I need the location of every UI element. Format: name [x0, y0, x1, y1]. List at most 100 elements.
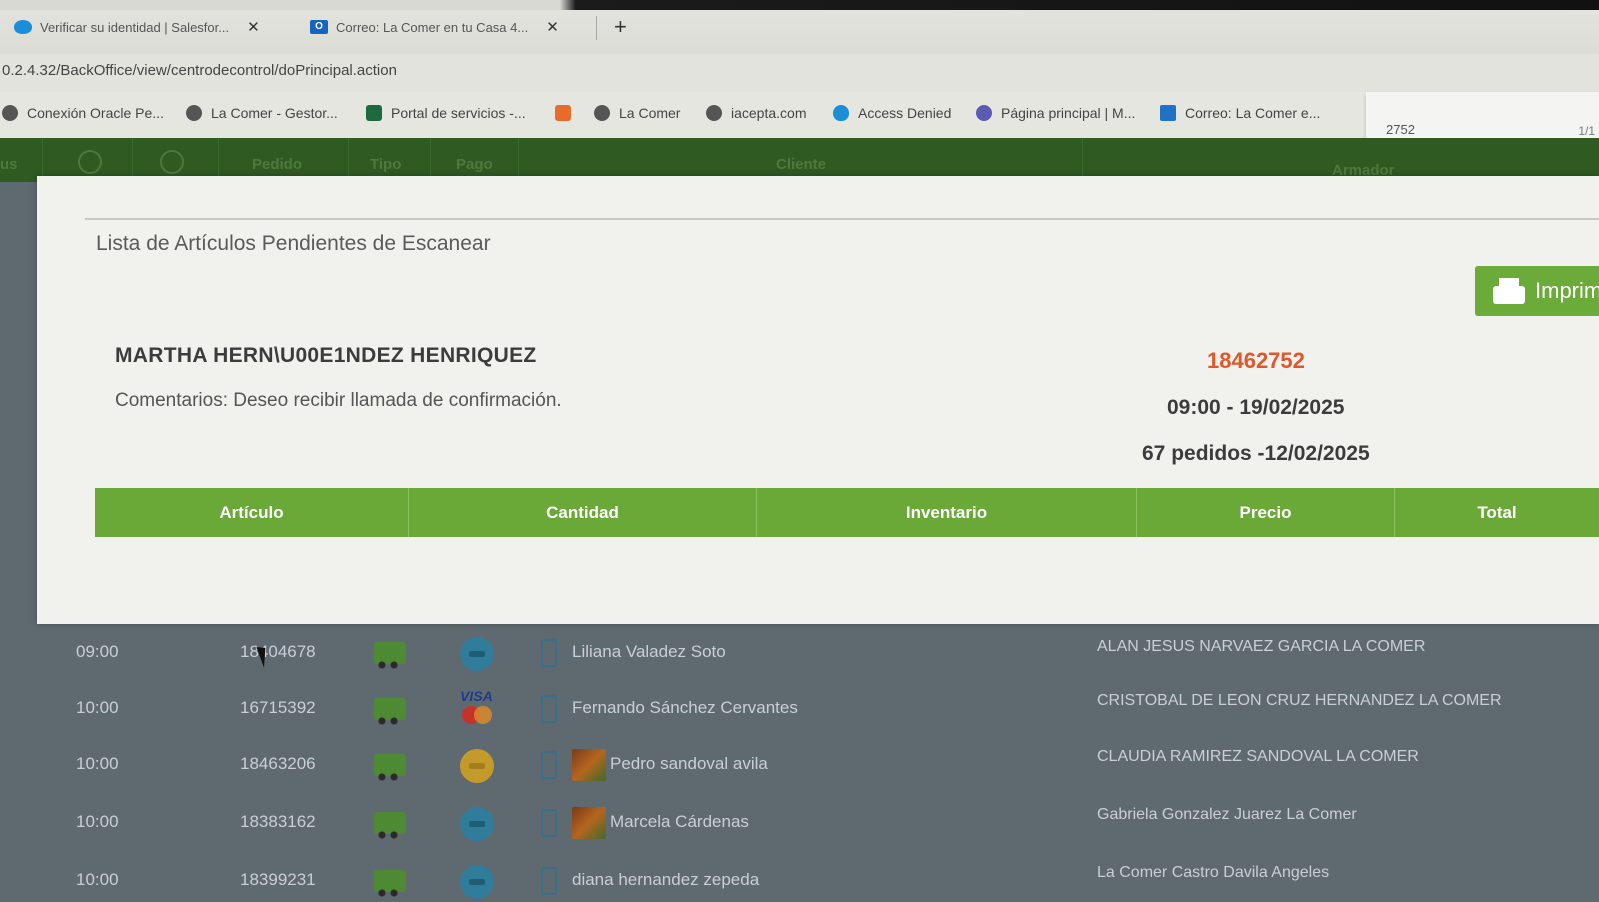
- order-time: 10:00: [76, 870, 119, 889]
- client-name: Pedro sandoval avila: [610, 754, 768, 773]
- calendar-icon: [555, 105, 571, 121]
- client-name: Liliana Valadez Soto: [572, 642, 726, 661]
- modal-divider: [85, 218, 1599, 220]
- bookmark-access-denied[interactable]: Access Denied: [833, 105, 951, 121]
- header-pago[interactable]: Pago: [456, 156, 493, 173]
- address-bar[interactable]: 0.2.4.32/BackOffice/view/centrodecontrol…: [0, 54, 1599, 92]
- bookmark-iacepta[interactable]: iacepta.com: [706, 105, 806, 121]
- cash-payment-icon: [460, 749, 494, 783]
- order-time: 10:00: [76, 698, 119, 717]
- items-table-header: Artículo Cantidad Inventario Precio Tota…: [95, 488, 1599, 537]
- mastercard-icon: [462, 706, 492, 724]
- armador-name: CLAUDIA RAMIREZ SANDOVAL LA COMER: [1097, 748, 1419, 765]
- order-id[interactable]: 18383162: [240, 812, 316, 832]
- order-comments: Comentarios: Deseo recibir llamada de co…: [115, 390, 562, 411]
- phone-icon: [541, 639, 557, 667]
- product-photo-icon: [572, 807, 606, 839]
- order-id[interactable]: 16715392: [240, 698, 316, 718]
- bookmarks-bar: Conexión Oracle Pe... La Comer - Gestor.…: [0, 92, 1599, 138]
- salesforce-icon: [833, 105, 849, 121]
- print-label: Imprim: [1535, 278, 1599, 303]
- order-id[interactable]: 18404678: [240, 642, 316, 662]
- bookmark-label: Página principal | M...: [1001, 105, 1136, 121]
- bookmark-orange[interactable]: [555, 105, 571, 121]
- header-tipo[interactable]: Tipo: [370, 156, 401, 173]
- column-precio[interactable]: Precio: [1137, 488, 1395, 537]
- phone-icon: [541, 809, 557, 837]
- bookmark-label: Correo: La Comer e...: [1185, 105, 1321, 121]
- salesforce-icon: [14, 20, 32, 34]
- bookmark-oracle[interactable]: Conexión Oracle Pe...: [2, 105, 164, 121]
- find-input[interactable]: 2752: [1386, 122, 1415, 137]
- column-inventario[interactable]: Inventario: [757, 488, 1137, 537]
- browser-tab-correo[interactable]: O Correo: La Comer en tu Casa 4... ✕: [310, 12, 590, 42]
- bookmark-pagina-principal[interactable]: Página principal | M...: [976, 105, 1135, 121]
- pending-items-modal: Lista de Artículos Pendientes de Escanea…: [37, 176, 1599, 624]
- bookmark-label: Conexión Oracle Pe...: [27, 105, 164, 121]
- client-name: Marcela Cárdenas: [610, 812, 749, 831]
- table-row[interactable]: 10:00 18463206 Pedro sandoval avila CLAU…: [0, 734, 1599, 790]
- close-icon[interactable]: ✕: [247, 18, 260, 36]
- table-row[interactable]: 10:00 18383162 Marcela Cárdenas Gabriela…: [0, 790, 1599, 846]
- card-payment-icon: [460, 865, 494, 899]
- globe-icon: [706, 105, 722, 121]
- table-row[interactable]: 09:00 18404678 Liliana Valadez Soto ALAN…: [0, 622, 1599, 678]
- globe-icon: [186, 105, 202, 121]
- modal-title: Lista de Artículos Pendientes de Escanea…: [96, 232, 491, 255]
- bookmark-portal[interactable]: Portal de servicios -...: [366, 105, 526, 121]
- table-row[interactable]: 10:00 18399231 diana hernandez zepeda La…: [0, 846, 1599, 902]
- close-icon[interactable]: ✕: [546, 18, 559, 36]
- armador-name: CRISTOBAL DE LEON CRUZ HERNANDEZ LA COME…: [1097, 692, 1502, 709]
- truck-icon: [374, 698, 406, 725]
- order-number: 18462752: [1207, 348, 1305, 373]
- truck-icon: [374, 870, 406, 897]
- browser-tab-bar: Verificar su identidad | Salesfor... ✕ O…: [0, 0, 1599, 54]
- printer-icon: [1493, 278, 1525, 304]
- visa-label: VISA: [460, 688, 493, 704]
- find-match-count: 1/1: [1578, 124, 1595, 138]
- client-name: diana hernandez zepeda: [572, 870, 760, 889]
- armador-name: La Comer Castro Davila Angeles: [1097, 864, 1330, 881]
- customer-name: MARTHA HERN\U00E1NDEZ HENRIQUEZ: [115, 344, 537, 367]
- bookmark-label: Portal de servicios -...: [391, 105, 526, 121]
- column-total[interactable]: Total: [1395, 488, 1599, 537]
- truck-icon: [374, 812, 406, 839]
- truck-icon: [374, 754, 406, 781]
- portal-icon: [366, 105, 382, 121]
- bookmark-lacomer[interactable]: La Comer: [594, 105, 680, 121]
- order-id[interactable]: 18463206: [240, 754, 316, 774]
- bookmark-lacomer-gestor[interactable]: La Comer - Gestor...: [186, 105, 338, 121]
- bookmark-label: Access Denied: [858, 105, 952, 121]
- column-cantidad[interactable]: Cantidad: [409, 488, 757, 537]
- bookmark-correo[interactable]: Correo: La Comer e...: [1160, 105, 1320, 121]
- header-status: us: [0, 156, 18, 173]
- print-button[interactable]: Imprim: [1475, 266, 1599, 316]
- product-photo-icon: [572, 749, 606, 781]
- client-name: Fernando Sánchez Cervantes: [572, 698, 798, 717]
- tab-title: Verificar su identidad | Salesfor...: [40, 19, 230, 35]
- card-payment-icon: [460, 807, 494, 841]
- clock-icon: [160, 150, 184, 174]
- tab-title: Correo: La Comer en tu Casa 4...: [336, 19, 529, 35]
- phone-icon: [541, 867, 557, 895]
- new-tab-button[interactable]: +: [614, 14, 627, 40]
- header-pedido[interactable]: Pedido: [252, 156, 302, 173]
- globe-icon: [594, 105, 610, 121]
- bookmark-label: La Comer: [619, 105, 681, 121]
- browser-tab-salesforce[interactable]: Verificar su identidad | Salesfor... ✕: [14, 12, 304, 42]
- outlook-icon: O: [310, 20, 328, 34]
- table-row[interactable]: 10:00 16715392 VISA Fernando Sánchez Cer…: [0, 678, 1599, 734]
- column-articulo[interactable]: Artículo: [95, 488, 409, 537]
- refresh-icon[interactable]: [78, 150, 102, 174]
- order-id[interactable]: 18399231: [240, 870, 316, 890]
- armador-name: ALAN JESUS NARVAEZ GARCIA LA COMER: [1097, 638, 1426, 655]
- bookmark-label: La Comer - Gestor...: [211, 105, 338, 121]
- armador-name: Gabriela Gonzalez Juarez La Comer: [1097, 806, 1357, 823]
- app-icon: [976, 105, 992, 121]
- url-text[interactable]: 0.2.4.32/BackOffice/view/centrodecontrol…: [2, 62, 397, 79]
- header-cliente[interactable]: Cliente: [776, 156, 826, 173]
- phone-icon: [541, 751, 557, 779]
- order-time: 10:00: [76, 812, 119, 831]
- outlook-icon: [1160, 105, 1176, 121]
- card-payment-icon: [460, 637, 494, 671]
